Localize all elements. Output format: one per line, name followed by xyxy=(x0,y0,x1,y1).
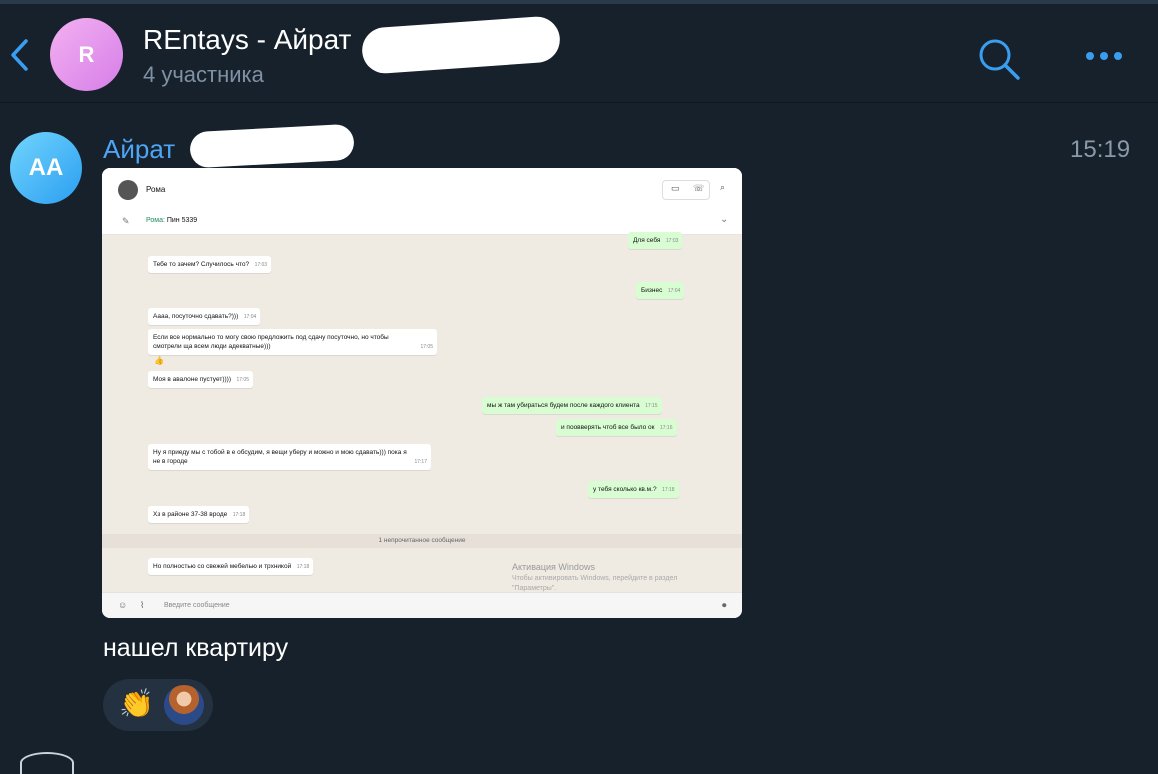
wa-message-time: 17:18 xyxy=(232,512,246,518)
wa-chat-header: Рома ▭ ☏ ⌕ xyxy=(102,168,742,209)
wa-message-time: 17:05 xyxy=(420,344,433,350)
wa-message: Моя в авалоне пустует)))) 17:05 xyxy=(148,371,253,388)
reactor-avatar xyxy=(164,685,204,725)
thumbs-up-emoji: 👍 xyxy=(154,356,164,365)
search-icon[interactable] xyxy=(976,36,1022,82)
wa-message: мы ж там убираться будем после каждого к… xyxy=(482,397,662,414)
wa-message-text: у тебя сколько кв.м.? xyxy=(593,486,657,493)
wa-message-time: 17:18 xyxy=(662,487,675,493)
windows-watermark-text: Чтобы активировать Windows, перейдите в … xyxy=(512,575,678,592)
wa-message-text: Ну я приеду мы с тобой в е обсудим, я ве… xyxy=(153,449,407,465)
windows-watermark-title: Активация Windows xyxy=(512,562,595,572)
message-time: 15:19 xyxy=(1070,136,1131,163)
wa-input-bar: ☺ ⌇ Введите сообщение ⏺ xyxy=(102,592,742,618)
wa-message-text: Моя в авалоне пустует)))) xyxy=(153,376,231,383)
clap-emoji: 👏 xyxy=(119,688,154,719)
next-message-avatar xyxy=(20,752,74,774)
wa-pinned-value: Пин 5339 xyxy=(166,217,198,224)
message-text: нашел квартиру xyxy=(103,634,289,662)
wa-message-time: 17:18 xyxy=(296,564,310,570)
wa-message-time: 17:05 xyxy=(236,377,249,383)
wa-message: Тебе то зачем? Случилось что? 17:03 xyxy=(148,256,272,273)
wa-message-text: мы ж там убираться будем после каждого к… xyxy=(487,402,640,409)
video-call-icon: ▭ xyxy=(671,183,680,193)
wa-message-text: Если все нормально то могу свою предложи… xyxy=(153,334,389,350)
attach-icon: ⌇ xyxy=(140,600,145,610)
wa-message: Для себя 17:03 xyxy=(628,232,683,249)
wa-message: Бизнес 17:04 xyxy=(636,282,685,299)
wa-message-time: 17:04 xyxy=(667,288,681,294)
chat-header: R REntays - Айрат 4 участника xyxy=(0,4,1158,103)
sender-name[interactable]: Айрат xyxy=(103,134,175,165)
wa-message-time: 17:04 xyxy=(243,314,257,320)
wa-message-time: 17:03 xyxy=(254,262,268,268)
back-chevron-icon[interactable] xyxy=(8,38,32,72)
reaction-chip[interactable]: 👏 xyxy=(103,679,213,731)
attached-screenshot[interactable]: Рома ▭ ☏ ⌕ ✎ Рома: Пин 5339 ⌄ Для себя 17… xyxy=(102,168,742,618)
mic-icon: ⏺ xyxy=(722,600,727,610)
wa-message-text: Бизнес xyxy=(641,287,663,294)
wa-message-text: Аааа, посуточно сдавать?))) xyxy=(153,313,239,320)
wa-search-icon: ⌕ xyxy=(720,182,726,192)
redaction-mark xyxy=(360,15,562,75)
wa-contact-name: Рома xyxy=(146,185,166,194)
sender-avatar[interactable]: AA xyxy=(10,132,82,204)
wa-unread-divider: 1 непрочитанное сообщение xyxy=(102,534,742,548)
wa-message-text: Но полностью со свежей мебелью и трхнико… xyxy=(153,563,292,570)
chevron-down-icon: ⌄ xyxy=(720,214,729,225)
wa-message: Хз в районе 37-38 вроде 17:18 xyxy=(148,506,250,523)
wa-message-time: 17:03 xyxy=(665,238,679,244)
wa-message: Аааа, посуточно сдавать?))) 17:04 xyxy=(148,308,261,325)
redaction-mark xyxy=(189,123,355,169)
participant-count: 4 участника xyxy=(143,62,264,87)
wa-pinned-text: Рома: Пин 5339 xyxy=(146,217,197,224)
group-avatar[interactable]: R xyxy=(50,18,123,91)
more-dots-icon[interactable] xyxy=(1082,44,1126,68)
phone-icon: ☏ xyxy=(693,183,705,193)
wa-message-text: Хз в районе 37-38 вроде xyxy=(153,511,228,518)
emoji-icon: ☺ xyxy=(118,600,128,610)
wa-message: Если все нормально то могу свою предложи… xyxy=(148,329,437,355)
wa-message: Но полностью со свежей мебелью и трхнико… xyxy=(148,558,314,575)
wa-call-buttons: ▭ ☏ xyxy=(662,180,710,200)
wa-message-time: 17:15 xyxy=(645,403,658,409)
wa-contact-avatar xyxy=(118,180,138,200)
wa-message-text: и поовверять чтоб все было ок xyxy=(561,424,655,431)
wa-message-text: Тебе то зачем? Случилось что? xyxy=(153,261,250,268)
wa-input-placeholder: Введите сообщение xyxy=(164,602,230,609)
wa-message-time: 17:16 xyxy=(659,425,673,431)
wa-pinned-author: Рома: xyxy=(146,217,165,224)
wa-message: у тебя сколько кв.м.? 17:18 xyxy=(588,481,679,498)
wa-pinned-bar: ✎ Рома: Пин 5339 ⌄ xyxy=(102,208,742,235)
pin-icon: ✎ xyxy=(122,216,130,226)
wa-message-text: Для себя xyxy=(633,237,661,244)
wa-message: Ну я приеду мы с тобой в е обсудим, я ве… xyxy=(148,444,431,470)
wa-message-time: 17:17 xyxy=(414,459,427,465)
wa-message: и поовверять чтоб все было ок 17:16 xyxy=(556,419,677,436)
chat-title[interactable]: REntays - Айрат xyxy=(143,24,351,56)
